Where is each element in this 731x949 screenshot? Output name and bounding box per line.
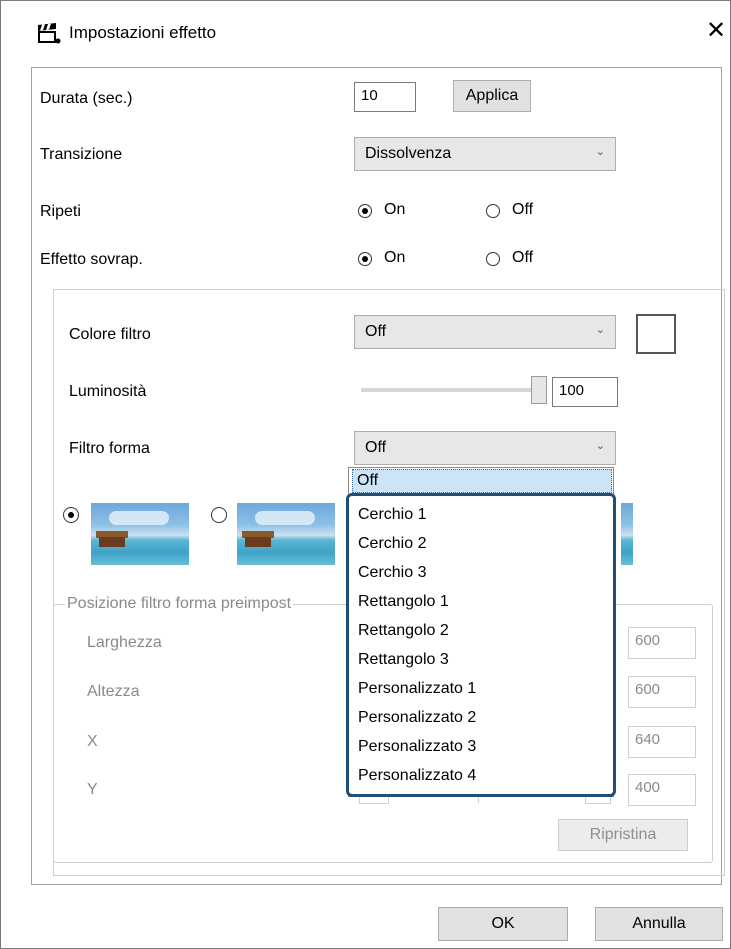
window-title: Impostazioni effetto [69, 23, 217, 42]
x-input[interactable]: 640 [628, 726, 696, 758]
filter-color-swatch[interactable] [636, 314, 676, 354]
preset-thumbnail-2[interactable] [237, 503, 335, 565]
overlap-off-label: Off [512, 249, 534, 266]
preset-thumbnail-radio-2[interactable] [211, 507, 227, 523]
preset-thumbnail-radio-1[interactable] [63, 507, 79, 523]
dropdown-item-selected[interactable]: Off [352, 469, 612, 493]
clapperboard-icon [38, 23, 61, 44]
brightness-slider-thumb[interactable] [531, 376, 547, 404]
chevron-down-icon: ⌄ [595, 440, 605, 452]
shape-filter-value: Off [365, 439, 387, 456]
reset-button[interactable]: Ripristina [558, 819, 688, 851]
apply-button[interactable]: Applica [453, 80, 531, 112]
repeat-off-radio[interactable] [486, 204, 500, 218]
height-input[interactable]: 600 [628, 676, 696, 708]
duration-label: Durata (sec.) [40, 90, 133, 107]
shape-filter-label: Filtro forma [69, 440, 150, 457]
repeat-on-label: On [384, 201, 406, 218]
duration-input[interactable]: 10 [354, 82, 416, 112]
transition-label: Transizione [40, 146, 123, 163]
preset-thumbnail-3-partial[interactable] [621, 503, 633, 565]
y-label: Y [87, 781, 98, 798]
repeat-label: Ripeti [40, 203, 81, 220]
brightness-input[interactable]: 100 [552, 377, 618, 407]
repeat-off-label: Off [512, 201, 534, 218]
transition-select[interactable]: Dissolvenza ⌄ [354, 137, 616, 171]
shape-filter-select[interactable]: Off ⌄ [354, 431, 616, 465]
brightness-label: Luminosità [69, 383, 147, 400]
effect-settings-dialog: Impostazioni effetto ✕ Durata (sec.) 10 … [0, 0, 731, 949]
filter-color-label: Colore filtro [69, 326, 151, 343]
overlap-on-radio[interactable] [358, 252, 372, 266]
width-input[interactable]: 600 [628, 627, 696, 659]
y-input[interactable]: 400 [628, 774, 696, 806]
height-label: Altezza [87, 683, 140, 700]
chevron-down-icon: ⌄ [595, 146, 605, 158]
preset-position-legend: Posizione filtro forma preimpost [65, 595, 294, 613]
transition-value: Dissolvenza [365, 145, 452, 162]
highlight-callout-frame [346, 493, 616, 797]
preset-thumbnail-1[interactable] [91, 503, 189, 565]
title-bar: Impostazioni effetto ✕ [1, 1, 730, 65]
filter-color-select[interactable]: Off ⌄ [354, 315, 616, 349]
close-icon[interactable]: ✕ [706, 19, 726, 43]
overlap-off-radio[interactable] [486, 252, 500, 266]
width-label: Larghezza [87, 634, 162, 651]
ok-button[interactable]: OK [438, 907, 568, 941]
filter-color-value: Off [365, 323, 387, 340]
chevron-down-icon: ⌄ [595, 324, 605, 336]
x-label: X [87, 733, 98, 750]
repeat-on-radio[interactable] [358, 204, 372, 218]
brightness-slider-track[interactable] [361, 388, 539, 392]
cancel-button[interactable]: Annulla [595, 907, 723, 941]
overlap-label: Effetto sovrap. [40, 251, 143, 268]
overlap-on-label: On [384, 249, 406, 266]
